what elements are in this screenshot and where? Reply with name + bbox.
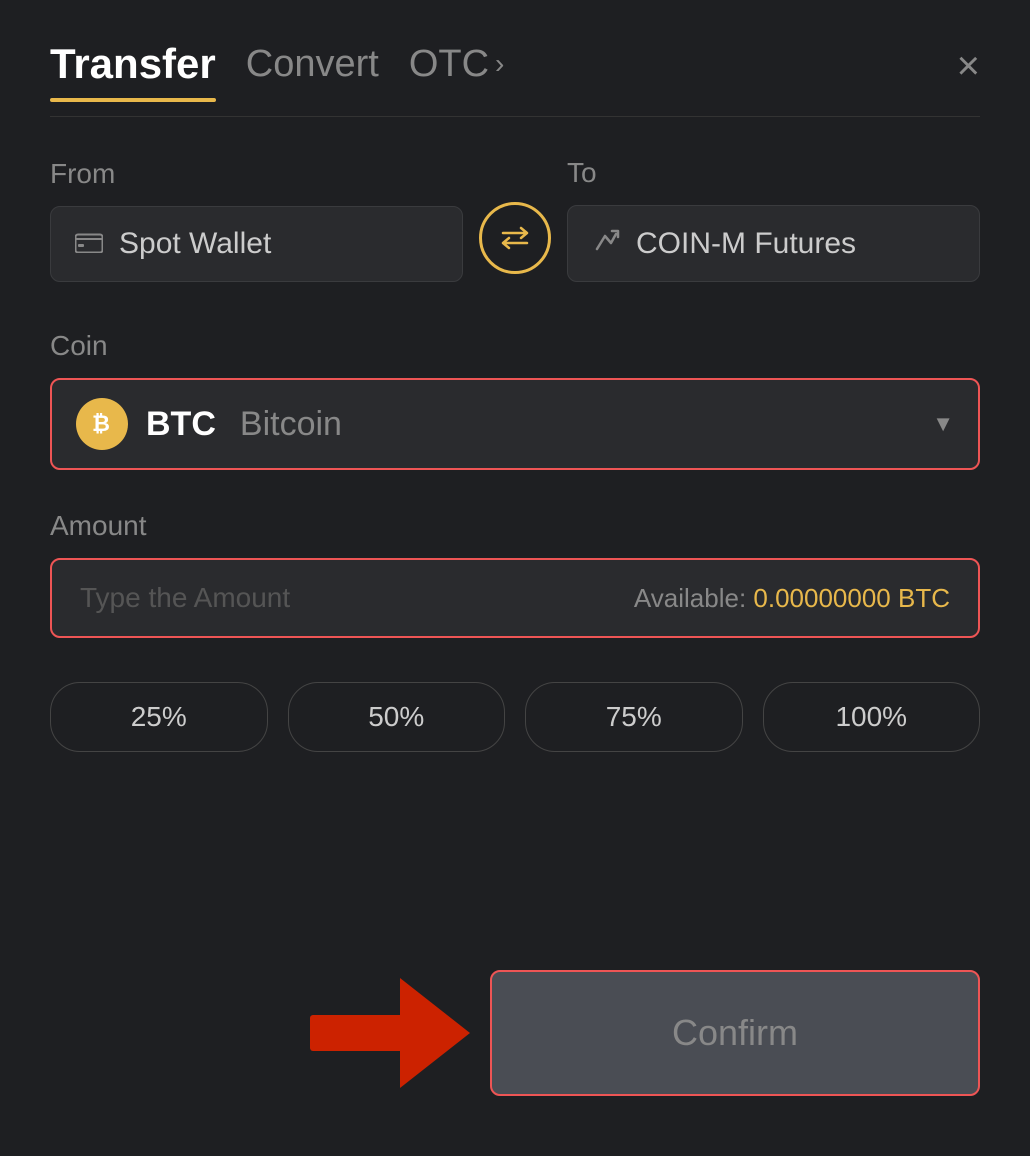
available-balance: Available: 0.00000000 BTC bbox=[634, 583, 950, 614]
percent-buttons-group: 25% 50% 75% 100% bbox=[50, 682, 980, 752]
close-button[interactable]: × bbox=[957, 46, 980, 96]
btc-icon: ₿ bbox=[76, 398, 128, 450]
coin-symbol: BTC bbox=[146, 405, 216, 444]
percent-100-button[interactable]: 100% bbox=[763, 682, 981, 752]
arrow-indicator bbox=[310, 978, 470, 1088]
tab-transfer[interactable]: Transfer bbox=[50, 40, 216, 102]
coin-full-name: Bitcoin bbox=[240, 405, 342, 444]
from-wallet-label: Spot Wallet bbox=[119, 227, 271, 261]
available-value: 0.00000000 BTC bbox=[753, 583, 950, 613]
header-tabs: Transfer Convert OTC › × bbox=[50, 40, 980, 102]
coin-dropdown-icon: ▼ bbox=[932, 411, 954, 437]
otc-chevron-icon: › bbox=[495, 48, 504, 80]
tab-convert[interactable]: Convert bbox=[246, 43, 379, 100]
swap-button-wrapper bbox=[463, 202, 567, 282]
red-arrow-shape bbox=[310, 978, 470, 1088]
to-group: To COIN-M Futures bbox=[567, 157, 980, 282]
coin-section: Coin ₿ BTC Bitcoin ▼ bbox=[50, 330, 980, 470]
wallet-card-icon bbox=[75, 229, 103, 260]
arrow-body bbox=[310, 1015, 400, 1051]
to-label: To bbox=[567, 157, 980, 189]
percent-25-button[interactable]: 25% bbox=[50, 682, 268, 752]
from-wallet-selector[interactable]: Spot Wallet bbox=[50, 206, 463, 282]
to-wallet-label: COIN-M Futures bbox=[636, 227, 856, 261]
futures-icon bbox=[592, 226, 620, 261]
bottom-section: Confirm bbox=[50, 970, 980, 1096]
confirm-button[interactable]: Confirm bbox=[490, 970, 980, 1096]
coin-selector[interactable]: ₿ BTC Bitcoin ▼ bbox=[50, 378, 980, 470]
header-divider bbox=[50, 116, 980, 117]
tab-otc[interactable]: OTC › bbox=[409, 43, 505, 100]
transfer-modal: Transfer Convert OTC › × From Spot Walle… bbox=[0, 0, 1030, 1156]
from-group: From Spot Wallet bbox=[50, 158, 463, 282]
from-to-section: From Spot Wallet bbox=[50, 157, 980, 282]
swap-button[interactable] bbox=[479, 202, 551, 274]
from-label: From bbox=[50, 158, 463, 190]
arrow-head bbox=[400, 978, 470, 1088]
percent-75-button[interactable]: 75% bbox=[525, 682, 743, 752]
amount-placeholder: Type the Amount bbox=[80, 582, 290, 614]
svg-text:₿: ₿ bbox=[92, 411, 110, 436]
amount-input-wrapper[interactable]: Type the Amount Available: 0.00000000 BT… bbox=[50, 558, 980, 638]
to-wallet-selector[interactable]: COIN-M Futures bbox=[567, 205, 980, 282]
amount-section: Amount Type the Amount Available: 0.0000… bbox=[50, 510, 980, 638]
amount-label: Amount bbox=[50, 510, 980, 542]
coin-label: Coin bbox=[50, 330, 980, 362]
percent-50-button[interactable]: 50% bbox=[288, 682, 506, 752]
